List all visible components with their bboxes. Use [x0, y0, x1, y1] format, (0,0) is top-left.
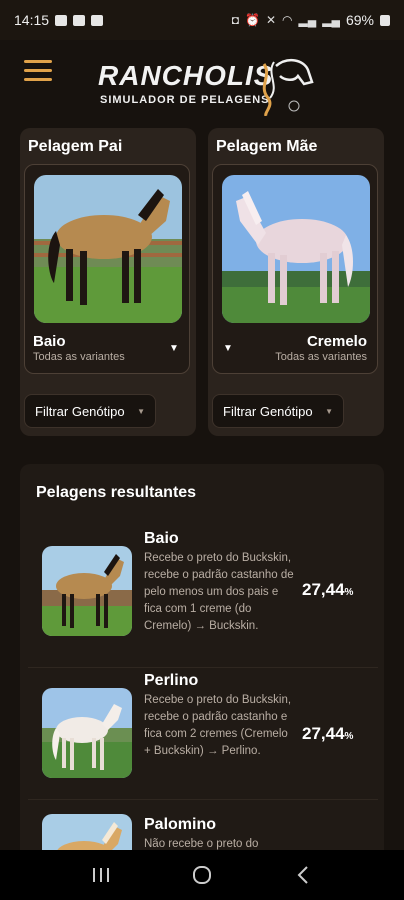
brand-subtitle: SIMULADOR DE PELAGENS [100, 94, 270, 106]
recent-apps-icon [92, 868, 109, 882]
chevron-down-icon: ▼ [223, 343, 233, 354]
app-logo: RANCHOLIS SIMULADOR DE PELAGENS [98, 56, 318, 116]
mother-coat-title: Pelagem Mãe [216, 138, 318, 155]
app-notification-icon [73, 14, 86, 26]
baio-horse-image [42, 546, 132, 636]
wifi-icon: ◠ [282, 13, 293, 27]
result-coat-description: Recebe o preto do Buckskin, recebe o pad… [144, 552, 294, 632]
back-button[interactable] [283, 855, 323, 895]
battery-icon [380, 14, 390, 26]
gallery-notification-icon [55, 14, 68, 26]
mother-coat-selector[interactable]: ▼ Cremelo Todas as variantes [212, 164, 378, 374]
father-coat-selector[interactable]: Baio Todas as variantes ▼ [24, 164, 190, 374]
alarm-icon: ⏰ [245, 13, 260, 27]
father-coat-variant: Todas as variantes [33, 351, 125, 363]
horse-dna-logo-icon [262, 58, 314, 116]
dropdown-arrow-icon: ▼ [137, 407, 145, 416]
dropdown-arrow-icon: ▼ [325, 407, 333, 416]
father-coat-title: Pelagem Pai [28, 138, 123, 155]
brand-name: RANCHOLIS [98, 60, 274, 91]
father-coat-name: Baio [33, 333, 66, 350]
father-coat-card: Pelagem Pai Baio Todas as variantes ▼ Fi… [20, 128, 196, 436]
result-coat-name: Palomino [144, 816, 217, 833]
home-button[interactable] [182, 855, 222, 895]
status-bar: 14:15 ◘ ⏰ ✕ ◠ ▂▄ ▂▄ 69% [0, 0, 404, 40]
mother-horse-image [222, 175, 370, 323]
nfc-icon: ◘ [231, 13, 239, 27]
result-coat-description: Recebe o preto do Buckskin, recebe o pad… [144, 694, 292, 757]
mother-coat-variant: Todas as variantes [275, 351, 367, 363]
results-title: Pelagens resultantes [36, 484, 197, 501]
perlino-horse-image [42, 688, 132, 778]
home-icon [192, 866, 211, 884]
app-notification-icon-2 [91, 14, 104, 26]
hamburger-icon [24, 60, 52, 63]
result-item[interactable]: Baio Recebe o preto do Buckskin, recebe … [28, 524, 378, 668]
system-navigation-bar [0, 850, 404, 900]
menu-button[interactable] [24, 60, 52, 84]
result-item[interactable]: Perlino Recebe o preto do Buckskin, rece… [28, 668, 378, 800]
father-horse-image [34, 175, 182, 323]
father-filter-label: Filtrar Genótipo [35, 404, 125, 419]
signal-icon-2: ▂▄ [322, 13, 340, 27]
battery-level: 69% [345, 12, 374, 28]
result-coat-name: Baio [144, 530, 179, 547]
mother-filter-label: Filtrar Genótipo [223, 404, 313, 419]
result-percentage: 27,44% [302, 580, 354, 599]
result-coat-name: Perlino [144, 672, 199, 689]
resulting-coats-panel: Pelagens resultantes Baio Recebe o preto… [20, 464, 384, 864]
father-genotype-filter[interactable]: Filtrar Genótipo ▼ [24, 394, 156, 428]
mother-coat-name: Cremelo [306, 333, 367, 350]
signal-icon: ▂▄ [298, 13, 317, 27]
chevron-down-icon: ▼ [169, 343, 179, 354]
status-time: 14:15 [14, 12, 50, 28]
mother-genotype-filter[interactable]: Filtrar Genótipo ▼ [212, 394, 344, 428]
recent-apps-button[interactable] [81, 855, 121, 895]
result-percentage: 27,44% [302, 724, 354, 743]
mother-coat-card: Pelagem Mãe ▼ Cremelo Todas as variantes… [208, 128, 384, 436]
mute-icon: ✕ [265, 13, 277, 27]
back-icon [297, 866, 309, 884]
app-header: RANCHOLIS SIMULADOR DE PELAGENS [0, 40, 404, 118]
